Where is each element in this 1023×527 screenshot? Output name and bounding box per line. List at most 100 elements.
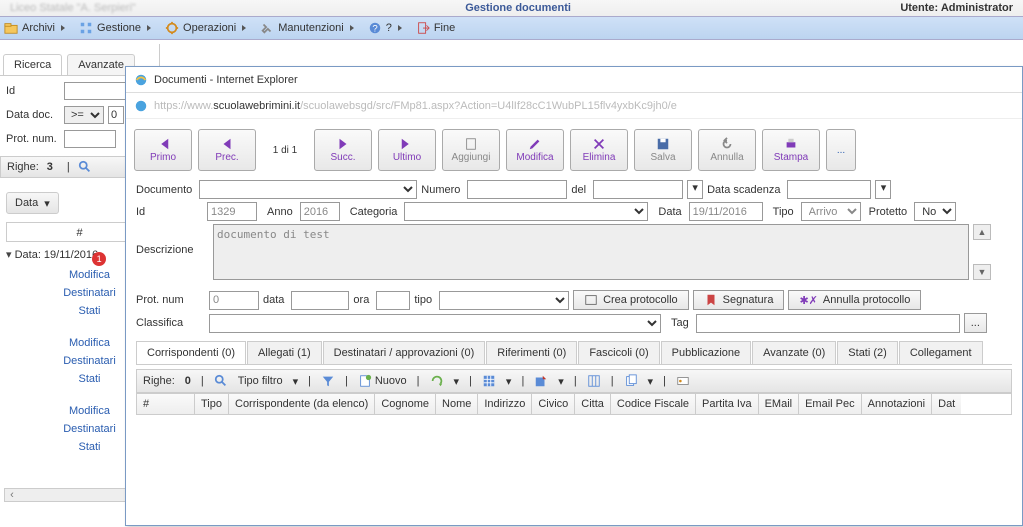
tag-input[interactable] — [696, 314, 960, 333]
ptipo-select[interactable] — [439, 291, 569, 310]
refresh-icon[interactable] — [430, 374, 444, 388]
grid-icon[interactable] — [482, 374, 496, 388]
col-piva[interactable]: Partita Iva — [696, 394, 759, 414]
tab-corrispondenti[interactable]: Corrispondenti (0) — [136, 341, 246, 364]
documento-select[interactable] — [199, 180, 417, 199]
nuovo-button[interactable]: Nuovo — [358, 374, 407, 388]
descrizione-textarea[interactable]: documento di test — [213, 224, 969, 280]
grid-search-icon[interactable] — [214, 374, 228, 388]
col-corrispondente[interactable]: Corrispondente (da elenco) — [229, 394, 375, 414]
tab-fascicoli[interactable]: Fascicoli (0) — [578, 341, 659, 364]
menu-operazioni[interactable]: Operazioni — [165, 21, 246, 35]
toolbar: Primo Prec. 1 di 1 Succ. Ultimo Aggiungi… — [126, 119, 1022, 177]
grid-header: # Tipo Corrispondente (da elenco) Cognom… — [136, 393, 1012, 415]
protetto-select[interactable]: No — [914, 202, 956, 221]
filter-icon[interactable] — [321, 374, 335, 388]
tipo-label: Tipo — [773, 206, 794, 218]
col-tipo[interactable]: Tipo — [195, 394, 229, 414]
col-cognome[interactable]: Cognome — [375, 394, 436, 414]
tipo-select[interactable]: Arrivo — [801, 202, 861, 221]
righe-label: Righe: — [7, 161, 39, 173]
data-label: Data — [658, 206, 681, 218]
del-input[interactable] — [593, 180, 683, 199]
del-picker[interactable]: ▾ — [687, 180, 703, 199]
tab-destinatari[interactable]: Destinatari / approvazioni (0) — [323, 341, 486, 364]
data-button[interactable]: Data▾ — [6, 192, 59, 214]
protnum-input — [209, 291, 259, 310]
columns-icon[interactable] — [587, 374, 601, 388]
datadoc-op[interactable]: >= — [64, 106, 104, 124]
window-title: Documenti - Internet Explorer — [154, 74, 298, 86]
tag-browse-button[interactable]: ... — [964, 313, 987, 333]
elimina-button[interactable]: Elimina — [570, 129, 628, 171]
tab-riferimenti[interactable]: Riferimenti (0) — [486, 341, 577, 364]
id-label: Id — [6, 85, 60, 97]
col-dat[interactable]: Dat — [932, 394, 961, 414]
more-button[interactable]: ... — [826, 129, 856, 171]
tab-allegati[interactable]: Allegati (1) — [247, 341, 322, 364]
col-annotazioni[interactable]: Annotazioni — [862, 394, 933, 414]
menu-gestione[interactable]: Gestione — [79, 21, 151, 35]
numero-label: Numero — [421, 184, 460, 196]
numero-input — [467, 180, 567, 199]
primo-button[interactable]: Primo — [134, 129, 192, 171]
col-citta[interactable]: Citta — [575, 394, 611, 414]
crea-protocollo-button[interactable]: Crea protocollo — [573, 290, 689, 310]
scad-picker[interactable]: ▾ — [875, 180, 891, 199]
stampa-button[interactable]: Stampa — [762, 129, 820, 171]
modifica-button[interactable]: Modifica — [506, 129, 564, 171]
anno-value — [300, 202, 340, 221]
tab-pubblicazione[interactable]: Pubblicazione — [661, 341, 752, 364]
annulla-button[interactable]: Annulla — [698, 129, 756, 171]
ie-window: Documenti - Internet Explorer https://ww… — [125, 66, 1023, 526]
col-pec[interactable]: Email Pec — [799, 394, 862, 414]
org-name: Liceo Statale "A. Serpieri" — [10, 0, 136, 16]
menu-help[interactable]: ?? — [368, 21, 402, 35]
user-label: Utente: Administrator — [900, 0, 1013, 16]
aggiungi-button[interactable]: Aggiungi — [442, 129, 500, 171]
salva-button[interactable]: Salva — [634, 129, 692, 171]
righe-count: 3 — [47, 161, 53, 173]
categoria-select[interactable] — [404, 202, 648, 221]
col-cf[interactable]: Codice Fiscale — [611, 394, 696, 414]
menu-fine[interactable]: Fine — [416, 21, 455, 35]
copy-icon[interactable] — [624, 374, 638, 388]
del-label: del — [571, 184, 586, 196]
segnatura-button[interactable]: Segnatura — [693, 290, 785, 310]
anno-label: Anno — [267, 206, 293, 218]
col-hash[interactable]: # — [137, 394, 195, 414]
address-bar[interactable]: https://www.scuolawebrimini.it/scuolaweb… — [154, 100, 677, 112]
export-icon[interactable] — [534, 374, 548, 388]
tab-collegamenti[interactable]: Collegament — [899, 341, 983, 364]
ie-icon-small — [134, 99, 148, 113]
prec-button[interactable]: Prec. — [198, 129, 256, 171]
grid-righe-label: Righe: — [143, 375, 175, 387]
col-indirizzo[interactable]: Indirizzo — [478, 394, 532, 414]
tab-avanzate2[interactable]: Avanzate (0) — [752, 341, 836, 364]
pdata-label: data — [263, 294, 284, 306]
menu-manutenzioni[interactable]: Manutenzioni — [260, 21, 353, 35]
annulla-protocollo-button[interactable]: ✱✗Annulla protocollo — [788, 290, 921, 310]
id-input[interactable] — [64, 82, 134, 100]
prot-input[interactable] — [64, 130, 116, 148]
pora-label: ora — [353, 294, 369, 306]
search-icon[interactable] — [78, 160, 92, 174]
classifica-select[interactable] — [209, 314, 661, 333]
ultimo-button[interactable]: Ultimo — [378, 129, 436, 171]
tab-ricerca[interactable]: Ricerca — [3, 54, 62, 75]
tab-stati[interactable]: Stati (2) — [837, 341, 898, 364]
grid-toolbar: Righe:0 | Tipo filtro▾| | Nuovo| ▾| ▾| ▾… — [136, 369, 1012, 393]
col-nome[interactable]: Nome — [436, 394, 478, 414]
col-email[interactable]: EMail — [759, 394, 800, 414]
datadoc-val[interactable] — [108, 106, 124, 124]
succ-button[interactable]: Succ. — [314, 129, 372, 171]
col-civico[interactable]: Civico — [532, 394, 575, 414]
textarea-scroll[interactable]: ▲▼ — [973, 224, 991, 280]
card-icon[interactable] — [676, 374, 690, 388]
tipofiltro-label[interactable]: Tipo filtro — [238, 375, 283, 387]
scadenza-label: Data scadenza — [707, 184, 780, 196]
id-label2: Id — [136, 206, 200, 218]
documento-label: Documento — [136, 184, 192, 196]
scadenza-input[interactable] — [787, 180, 871, 199]
menu-archivi[interactable]: Archivi — [4, 21, 65, 35]
